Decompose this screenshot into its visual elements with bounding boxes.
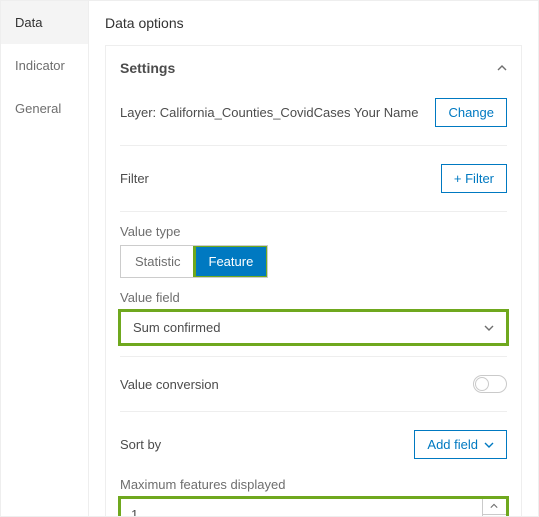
main-panel: Data options Settings Layer: California_… bbox=[89, 1, 538, 516]
value-conversion-row: Value conversion bbox=[120, 369, 507, 399]
sidebar: Data Indicator General bbox=[1, 1, 89, 516]
chevron-down-icon bbox=[484, 440, 494, 450]
max-features-block: Maximum features displayed bbox=[120, 477, 507, 516]
divider bbox=[120, 211, 507, 212]
max-features-input[interactable] bbox=[121, 499, 482, 516]
add-filter-button-label: + Filter bbox=[454, 171, 494, 186]
max-features-stepper bbox=[120, 498, 507, 516]
layer-label: Layer: California_Counties_CovidCases Yo… bbox=[120, 105, 418, 120]
value-conversion-label: Value conversion bbox=[120, 377, 219, 392]
sidebar-item-label: Indicator bbox=[15, 58, 65, 73]
max-features-label: Maximum features displayed bbox=[120, 477, 507, 492]
settings-card: Settings Layer: California_Counties_Covi… bbox=[105, 45, 522, 516]
add-field-button[interactable]: Add field bbox=[414, 430, 507, 459]
value-type-label: Value type bbox=[120, 224, 507, 239]
layer-row: Layer: California_Counties_CovidCases Yo… bbox=[120, 92, 507, 133]
sidebar-item-label: General bbox=[15, 101, 61, 116]
settings-heading: Settings bbox=[120, 60, 175, 76]
sidebar-item-general[interactable]: General bbox=[1, 87, 88, 130]
page-title: Data options bbox=[105, 1, 522, 45]
step-down-button[interactable] bbox=[483, 515, 506, 516]
add-filter-button[interactable]: + Filter bbox=[441, 164, 507, 193]
sort-by-row: Sort by Add field bbox=[120, 424, 507, 465]
sort-by-label: Sort by bbox=[120, 437, 161, 452]
value-field-selected: Sum confirmed bbox=[133, 320, 220, 335]
chevron-up-icon bbox=[490, 502, 500, 512]
sidebar-item-label: Data bbox=[15, 15, 42, 30]
value-type-block: Value type Statistic Feature bbox=[120, 224, 507, 278]
filter-label: Filter bbox=[120, 171, 149, 186]
add-field-button-label: Add field bbox=[427, 437, 478, 452]
value-field-select[interactable]: Sum confirmed bbox=[120, 311, 507, 344]
stepper-buttons bbox=[482, 499, 506, 516]
settings-heading-row[interactable]: Settings bbox=[120, 60, 507, 76]
chevron-up-icon bbox=[497, 63, 507, 73]
value-type-feature[interactable]: Feature bbox=[195, 246, 268, 277]
divider bbox=[120, 411, 507, 412]
value-type-statistic[interactable]: Statistic bbox=[121, 246, 195, 277]
value-field-label: Value field bbox=[120, 290, 507, 305]
chevron-down-icon bbox=[484, 323, 494, 333]
change-button[interactable]: Change bbox=[435, 98, 507, 127]
step-up-button[interactable] bbox=[483, 499, 506, 515]
app-root: Data Indicator General Data options Sett… bbox=[0, 0, 539, 517]
change-button-label: Change bbox=[448, 105, 494, 120]
value-conversion-toggle[interactable] bbox=[473, 375, 507, 393]
divider bbox=[120, 145, 507, 146]
value-type-segment: Statistic Feature bbox=[120, 245, 268, 278]
divider bbox=[120, 356, 507, 357]
value-field-block: Value field Sum confirmed bbox=[120, 290, 507, 344]
filter-row: Filter + Filter bbox=[120, 158, 507, 199]
sidebar-item-data[interactable]: Data bbox=[1, 1, 88, 44]
sidebar-item-indicator[interactable]: Indicator bbox=[1, 44, 88, 87]
toggle-knob bbox=[475, 377, 489, 391]
